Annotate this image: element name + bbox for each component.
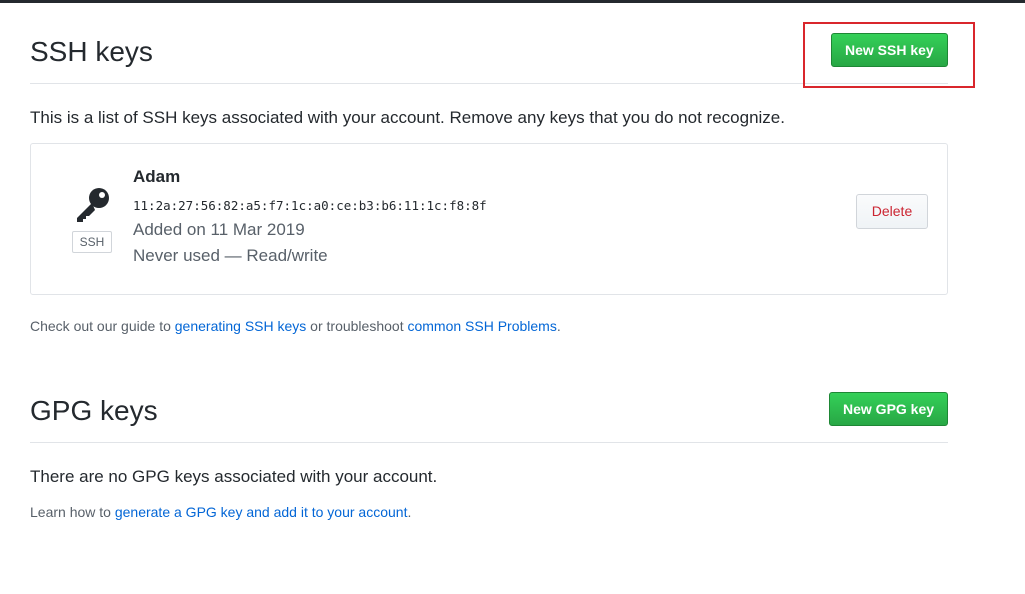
gpg-section-title: GPG keys bbox=[30, 395, 158, 426]
key-added-date: Added on 11 Mar 2019 bbox=[133, 220, 305, 239]
ssh-description: This is a list of SSH keys associated wi… bbox=[30, 108, 785, 127]
new-gpg-key-button[interactable]: New GPG key bbox=[829, 392, 948, 426]
ssh-type-badge: SSH bbox=[72, 231, 112, 253]
ssh-guide-note: Check out our guide to generating SSH ke… bbox=[30, 318, 561, 334]
gpg-empty-text: There are no GPG keys associated with yo… bbox=[30, 467, 438, 486]
gpg-learn-note: Learn how to generate a GPG key and add … bbox=[30, 504, 411, 520]
ssh-guide-suffix: . bbox=[556, 318, 561, 334]
ssh-guide-middle: or troubleshoot bbox=[306, 318, 408, 334]
ssh-guide-prefix: Check out our guide to bbox=[30, 318, 175, 334]
gpg-learn-prefix: Learn how to bbox=[30, 504, 115, 520]
top-border bbox=[0, 0, 1025, 3]
key-icon bbox=[77, 188, 109, 222]
ssh-key-item: SSH Adam 11:2a:27:56:82:a5:f7:1c:a0:ce:b… bbox=[30, 143, 948, 295]
key-title: Adam bbox=[133, 167, 181, 186]
annotation-highlight-box bbox=[803, 22, 975, 88]
key-usage-status: Never used — Read/write bbox=[133, 246, 328, 265]
delete-key-button[interactable]: Delete bbox=[856, 194, 928, 229]
generating-ssh-keys-link[interactable]: generating SSH keys bbox=[175, 318, 307, 334]
common-ssh-problems-link[interactable]: common SSH Problems bbox=[407, 318, 556, 334]
gpg-section-header: GPG keys bbox=[30, 394, 948, 443]
gpg-learn-suffix: . bbox=[407, 504, 412, 520]
key-fingerprint: 11:2a:27:56:82:a5:f7:1c:a0:ce:b3:b6:11:1… bbox=[133, 198, 487, 213]
generate-gpg-key-link[interactable]: generate a GPG key and add it to your ac… bbox=[115, 504, 408, 520]
